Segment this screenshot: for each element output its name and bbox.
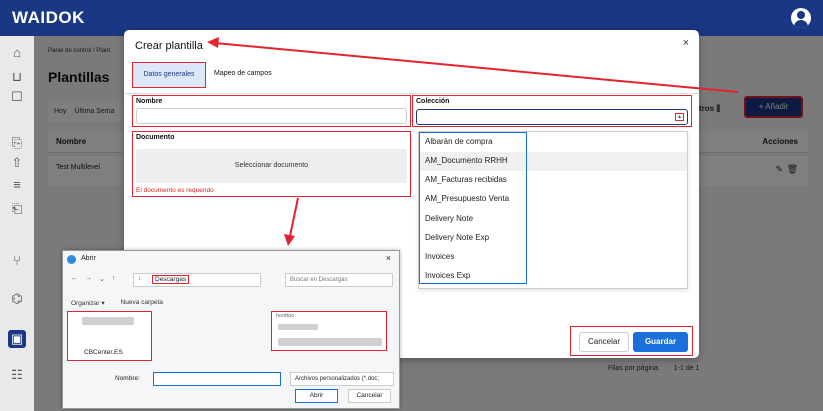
- arrow-head: [207, 37, 219, 48]
- arrow-to-title: [214, 42, 739, 93]
- annotation-arrows: [207, 37, 739, 246]
- arrow-head: [284, 234, 295, 246]
- arrow-to-dialog: [289, 197, 299, 237]
